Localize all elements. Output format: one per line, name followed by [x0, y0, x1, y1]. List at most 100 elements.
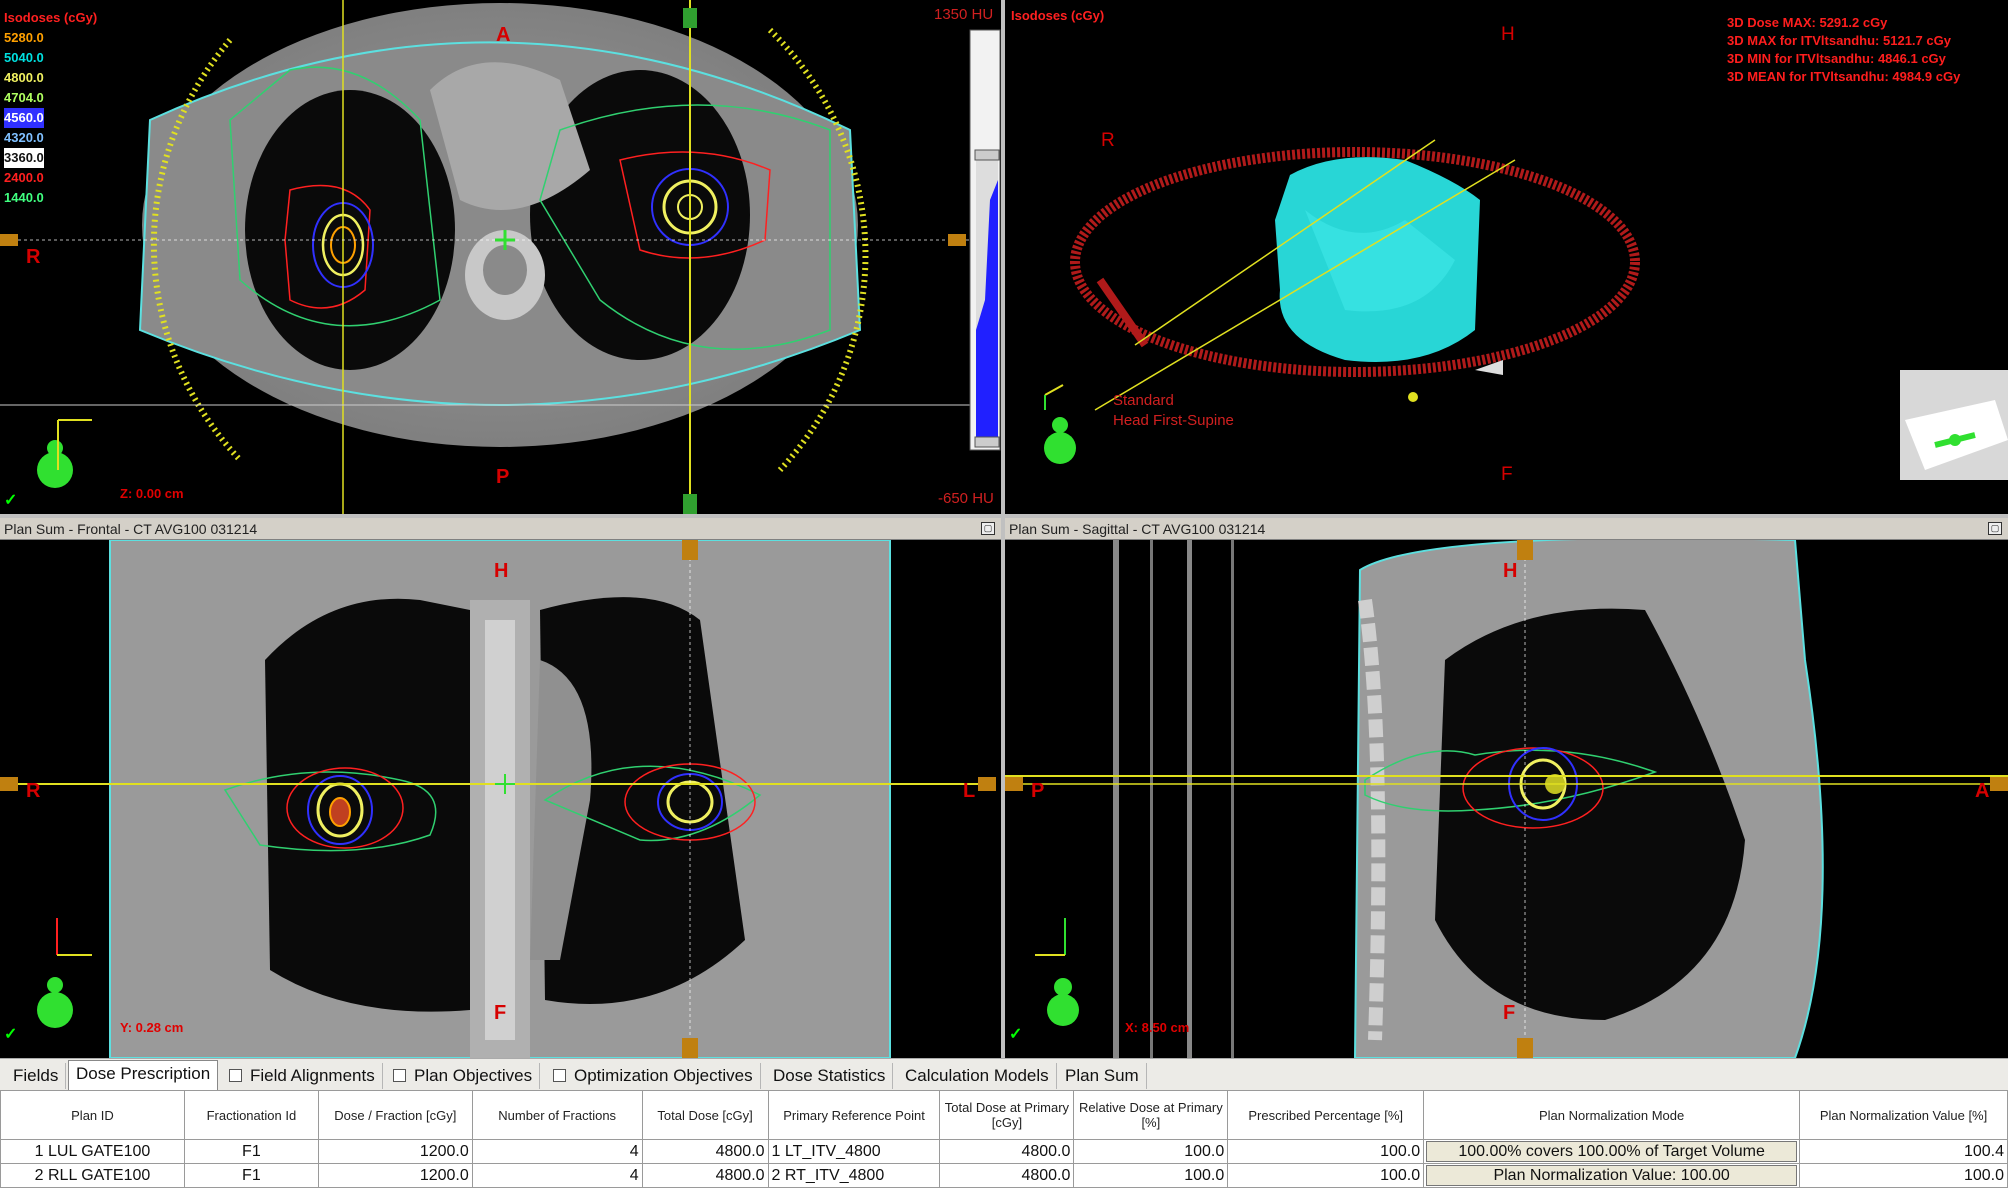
tab-calculation-models[interactable]: Calculation Models	[898, 1063, 1057, 1089]
orientation-left: L	[963, 780, 976, 802]
orientation-head: H	[1503, 560, 1518, 582]
maximize-icon[interactable]: ▢	[981, 522, 995, 535]
tab-plan-sum[interactable]: Plan Sum	[1058, 1063, 1147, 1089]
total-dose-cell[interactable]: 4800.0	[641, 1163, 769, 1188]
sagittal-view-header: Plan Sum - Sagittal - CT AVG100 031214 ▢	[1005, 518, 2008, 540]
norm-value-cell[interactable]: 100.0	[1799, 1163, 2008, 1188]
orientation-standard: Standard	[1113, 392, 1174, 409]
tab-fields[interactable]: Fields	[6, 1063, 67, 1089]
dose-statistics-overlay: 3D Dose MAX: 5291.2 cGy 3D MAX for ITVlt…	[1727, 14, 1960, 86]
fraction-id-cell[interactable]: F1	[183, 1163, 319, 1188]
isodose-legend-title: Isodoses (cGy)	[1011, 8, 1105, 23]
num-fractions-cell[interactable]: 4	[471, 1163, 643, 1188]
isodose-level: 5280.0	[4, 30, 44, 45]
isodose-level: 4800.0	[4, 70, 44, 85]
table-row[interactable]: 1 LUL GATE100 F1 1200.0 4 4800.0 1 LT_IT…	[0, 1139, 2008, 1164]
num-fractions-cell[interactable]: 4	[471, 1139, 643, 1164]
sagittal-view[interactable]: H F P A X: 8.50 cm ✓	[1005, 540, 2008, 1058]
column-header[interactable]: Plan ID	[0, 1090, 185, 1140]
isodose-level: 3360.0	[4, 148, 44, 168]
properties-tab-bar: Fields Dose Prescription Field Alignment…	[0, 1058, 2008, 1091]
orientation-foot: F	[1501, 464, 1513, 485]
hu-window-top: 1350 HU	[934, 6, 994, 23]
fraction-id-cell[interactable]: F1	[183, 1139, 319, 1164]
frontal-view-header: Plan Sum - Frontal - CT AVG100 031214 ▢	[0, 518, 1001, 540]
tab-dose-prescription[interactable]: Dose Prescription	[68, 1060, 219, 1090]
prescribed-pct-cell[interactable]: 100.0	[1227, 1163, 1425, 1188]
dose-fraction-cell[interactable]: 1200.0	[317, 1163, 473, 1188]
checkmark-icon: ✓	[4, 492, 18, 509]
axial-ct-image	[0, 0, 1001, 514]
isodose-level: 4320.0	[4, 130, 44, 145]
checkbox-icon[interactable]	[553, 1069, 566, 1082]
relative-primary-cell[interactable]: 100.0	[1073, 1139, 1229, 1164]
column-header[interactable]: Number of Fractions	[471, 1090, 643, 1140]
column-header[interactable]: Fractionation Id	[183, 1090, 319, 1140]
total-primary-cell[interactable]: 4800.0	[939, 1163, 1075, 1188]
column-header[interactable]: Prescribed Percentage [%]	[1227, 1090, 1425, 1140]
isodose-level: 2400.0	[4, 170, 44, 185]
orientation-foot: F	[1503, 1002, 1516, 1024]
dose-stat-line: 3D MEAN for ITVltsandhu: 4984.9 cGy	[1727, 69, 1961, 84]
relative-primary-cell[interactable]: 100.0	[1073, 1163, 1229, 1188]
norm-mode-cell: 100.00% covers 100.00% of Target Volume	[1423, 1139, 1801, 1164]
tab-plan-objectives[interactable]: Plan Objectives	[386, 1063, 541, 1089]
tab-field-alignments[interactable]: Field Alignments	[222, 1063, 383, 1089]
orientation-posterior: P	[1031, 780, 1045, 802]
total-dose-cell[interactable]: 4800.0	[641, 1139, 769, 1164]
orientation-anterior: A	[496, 24, 511, 46]
norm-mode-cell: Plan Normalization Value: 100.00	[1423, 1163, 1801, 1188]
slice-coordinate: Y: 0.28 cm	[120, 1020, 184, 1035]
plan-id-cell[interactable]: 2 RLL GATE100	[0, 1163, 185, 1188]
orientation-foot: F	[494, 1002, 507, 1024]
axial-view[interactable]: Isodoses (cGy) 5280.0 5040.0 4800.0 4704…	[0, 0, 1001, 514]
checkbox-icon[interactable]	[393, 1069, 406, 1082]
isodose-level: 1440.0	[4, 190, 44, 205]
orientation-patient: Head First-Supine	[1113, 412, 1234, 429]
table-header-row: Plan ID Fractionation Id Dose / Fraction…	[0, 1090, 2008, 1140]
tab-dose-statistics[interactable]: Dose Statistics	[766, 1063, 894, 1089]
norm-mode-button[interactable]: Plan Normalization Value: 100.00	[1426, 1165, 1798, 1186]
dose-fraction-cell[interactable]: 1200.0	[317, 1139, 473, 1164]
column-header[interactable]: Dose / Fraction [cGy]	[317, 1090, 473, 1140]
plan-id-cell[interactable]: 1 LUL GATE100	[0, 1139, 185, 1164]
dose-stat-line: 3D MAX for ITVltsandhu: 5121.7 cGy	[1727, 33, 1951, 48]
norm-mode-button[interactable]: 100.00% covers 100.00% of Target Volume	[1426, 1141, 1798, 1162]
frontal-ct-image	[0, 540, 996, 1058]
maximize-icon[interactable]: ▢	[1988, 522, 2002, 535]
isodose-legend: Isodoses (cGy) 5280.0 5040.0 4800.0 4704…	[4, 8, 97, 208]
checkmark-icon: ✓	[4, 1026, 18, 1043]
frontal-view[interactable]: H F R L Y: 0.28 cm ✓	[0, 540, 1001, 1058]
primary-ref-cell[interactable]: 1 LT_ITV_4800	[767, 1139, 941, 1164]
column-header[interactable]: Total Dose [cGy]	[641, 1090, 769, 1140]
checkbox-icon[interactable]	[229, 1069, 242, 1082]
column-header[interactable]: Plan Normalization Value [%]	[1799, 1090, 2008, 1140]
isodose-level: 5040.0	[4, 50, 44, 65]
sagittal-view-title: Plan Sum - Sagittal - CT AVG100 031214	[1009, 521, 1266, 537]
orientation-head: H	[494, 560, 509, 582]
prescribed-pct-cell[interactable]: 100.0	[1227, 1139, 1425, 1164]
column-header[interactable]: Total Dose at Primary [cGy]	[939, 1090, 1075, 1140]
isodose-level: 4560.0	[4, 108, 44, 128]
orientation-head: H	[1501, 24, 1515, 45]
norm-value-cell[interactable]: 100.4	[1799, 1139, 2008, 1164]
slice-coordinate: Z: 0.00 cm	[120, 486, 184, 501]
orientation-right: R	[1101, 130, 1115, 151]
sagittal-ct-image	[1005, 540, 2008, 1058]
column-header[interactable]: Primary Reference Point	[767, 1090, 941, 1140]
orientation-right: R	[26, 246, 41, 268]
column-header[interactable]: Relative Dose at Primary [%]	[1073, 1090, 1229, 1140]
table-row[interactable]: 2 RLL GATE100 F1 1200.0 4 4800.0 2 RT_IT…	[0, 1163, 2008, 1188]
dose-stat-line: 3D MIN for ITVltsandhu: 4846.1 cGy	[1727, 51, 1946, 66]
slice-coordinate: X: 8.50 cm	[1125, 1020, 1190, 1035]
frontal-view-title: Plan Sum - Frontal - CT AVG100 031214	[4, 521, 258, 537]
primary-ref-cell[interactable]: 2 RT_ITV_4800	[767, 1163, 941, 1188]
total-primary-cell[interactable]: 4800.0	[939, 1139, 1075, 1164]
hu-window-bottom: -650 HU	[938, 490, 994, 507]
isodose-level: 4704.0	[4, 90, 44, 105]
orientation-anterior: A	[1975, 780, 1990, 802]
dose-stat-line: 3D Dose MAX: 5291.2 cGy	[1727, 15, 1888, 30]
tab-optimization-objectives[interactable]: Optimization Objectives	[546, 1063, 761, 1089]
checkmark-icon: ✓	[1009, 1026, 1023, 1043]
column-header[interactable]: Plan Normalization Mode	[1423, 1090, 1801, 1140]
